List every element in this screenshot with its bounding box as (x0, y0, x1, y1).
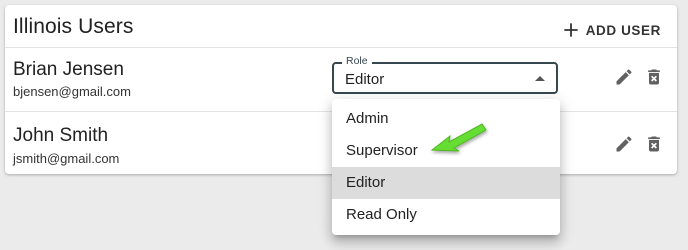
pencil-icon (616, 69, 632, 85)
role-select[interactable]: Role Editor (332, 55, 558, 94)
add-user-button[interactable]: ADD USER (556, 13, 667, 47)
user-email: bjensen@gmail.com (13, 84, 131, 99)
edit-button[interactable] (613, 66, 635, 88)
user-name: Brian Jensen (13, 59, 124, 80)
role-menu: Admin Supervisor Editor Read Only (332, 99, 560, 235)
trash-icon (648, 69, 660, 85)
role-option-supervisor[interactable]: Supervisor (332, 135, 560, 167)
role-option-read-only[interactable]: Read Only (332, 199, 560, 231)
pencil-icon (616, 136, 632, 152)
caret-up-icon (535, 76, 545, 81)
role-option-admin[interactable]: Admin (332, 103, 560, 135)
card-title: Illinois Users (13, 15, 134, 38)
role-option-editor[interactable]: Editor (332, 167, 560, 199)
header-divider (5, 47, 677, 48)
user-email: jsmith@gmail.com (13, 151, 120, 166)
edit-button[interactable] (613, 133, 635, 155)
trash-icon (648, 136, 660, 152)
role-field-label: Role (342, 55, 372, 67)
delete-button[interactable] (643, 133, 665, 155)
delete-button[interactable] (643, 66, 665, 88)
add-user-label: ADD USER (585, 22, 661, 38)
user-name: John Smith (13, 125, 109, 146)
role-select-value: Editor (345, 71, 385, 88)
plus-icon (563, 23, 578, 37)
